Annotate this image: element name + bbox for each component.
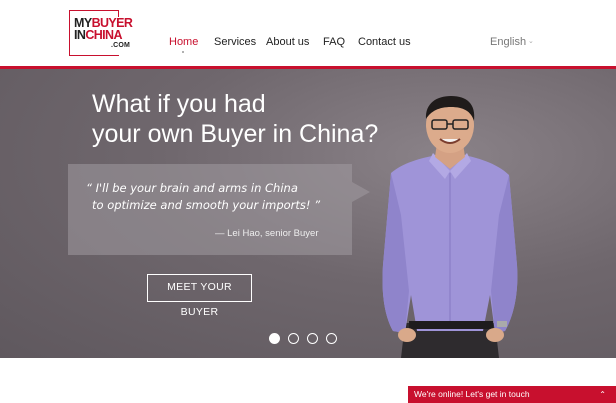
hero-headline: What if you had your own Buyer in China?: [92, 90, 379, 148]
site-header: MYBUYER INCHINA .COM Home Services About…: [0, 0, 616, 66]
meet-your-buyer-button[interactable]: MEET YOUR BUYER: [147, 274, 252, 318]
chevron-up-icon[interactable]: ⌃: [599, 386, 606, 403]
slide-dot-3[interactable]: [307, 333, 318, 344]
chevron-down-icon[interactable]: ⌄: [528, 37, 534, 45]
chat-label: We're online! Let's get in touch: [414, 389, 530, 399]
language-selector[interactable]: English: [490, 36, 526, 48]
active-nav-indicator: [182, 51, 184, 53]
quote-text: “ I'll be your brain and arms in China t…: [86, 181, 321, 212]
nav-item-about-us[interactable]: About us: [266, 36, 309, 48]
nav-item-services[interactable]: Services: [214, 36, 256, 48]
logo-line-2: INCHINA: [74, 28, 122, 42]
slide-dot-1[interactable]: [269, 333, 280, 344]
slide-dot-2[interactable]: [288, 333, 299, 344]
quote-pointer: [352, 182, 370, 202]
quote-author: — Lei Hao, senior Buyer: [215, 228, 319, 239]
hero-slider: What if you had your own Buyer in China?…: [0, 69, 616, 358]
logo-line-3: .COM: [111, 42, 131, 49]
slide-dot-4[interactable]: [326, 333, 337, 344]
nav-item-contact-us[interactable]: Contact us: [358, 36, 411, 48]
nav-item-home[interactable]: Home: [169, 36, 198, 48]
nav-item-faq[interactable]: FAQ: [323, 36, 345, 48]
buyer-photo: [382, 96, 518, 358]
live-chat-bar[interactable]: We're online! Let's get in touch ⌃: [408, 386, 616, 403]
logo[interactable]: MYBUYER INCHINA .COM: [69, 10, 135, 56]
